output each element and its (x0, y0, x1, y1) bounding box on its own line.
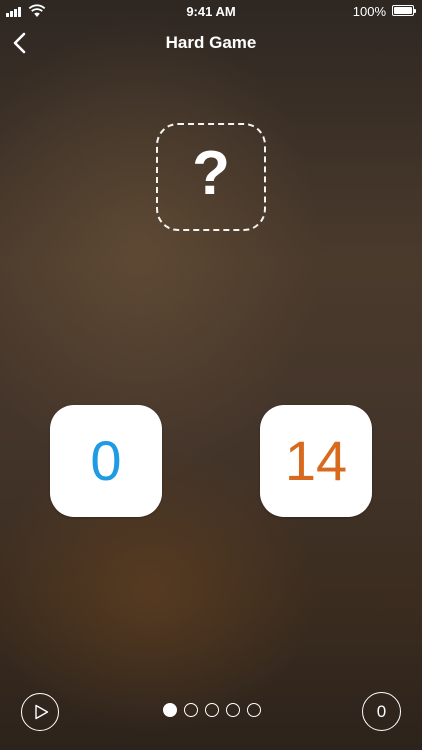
page-indicator (163, 703, 261, 717)
question-mark-icon: ? (192, 139, 230, 208)
mystery-number-slot: ? (156, 123, 266, 231)
number-tile-left-value: 0 (90, 429, 122, 492)
number-tile-left[interactable]: 0 (50, 405, 162, 517)
page-dot-1[interactable] (163, 703, 177, 717)
page-dot-5[interactable] (247, 703, 261, 717)
battery-icon (392, 5, 416, 16)
battery-percentage: 100% (352, 4, 386, 19)
page-title: Hard Game (165, 33, 257, 52)
play-icon (35, 704, 49, 720)
play-button[interactable] (21, 693, 59, 731)
page-dot-4[interactable] (226, 703, 240, 717)
page-dot-2[interactable] (184, 703, 198, 717)
number-tile-right-value: 14 (284, 429, 348, 492)
score-value: 0 (376, 702, 387, 721)
score-button[interactable]: 0 (362, 692, 401, 731)
page-dot-3[interactable] (205, 703, 219, 717)
status-bar: 9:41 AM 100% (0, 0, 422, 22)
number-tile-right[interactable]: 14 (260, 405, 372, 517)
